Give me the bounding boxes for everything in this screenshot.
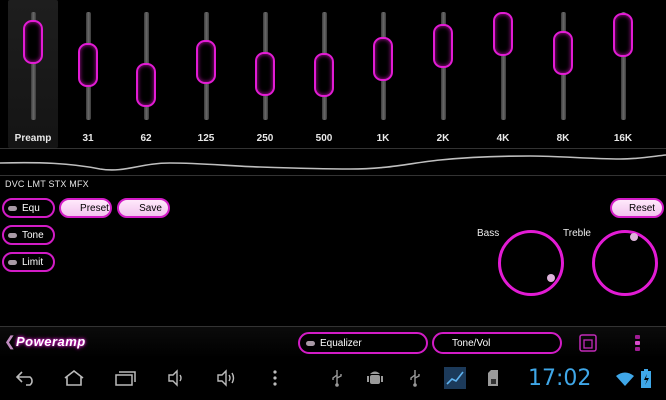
slider-thumb[interactable] bbox=[196, 40, 216, 85]
menu-dots-icon[interactable] bbox=[628, 333, 648, 353]
slider-thumb[interactable] bbox=[613, 13, 633, 58]
tab-equalizer-label: Equalizer bbox=[320, 337, 362, 349]
slider-thumb[interactable] bbox=[314, 53, 334, 98]
slider-31[interactable]: 31 bbox=[63, 0, 113, 148]
tab-tone-vol[interactable]: Tone/Vol bbox=[432, 332, 562, 354]
band-label: 8K bbox=[556, 133, 570, 144]
slider-4k[interactable]: 4K bbox=[478, 0, 528, 148]
band-label: Preamp bbox=[14, 133, 52, 144]
treble-knob-indicator bbox=[630, 233, 638, 241]
mode-status-text: DVC LMT STX MFX bbox=[5, 179, 89, 189]
bass-label: Bass bbox=[477, 228, 500, 239]
reset-label: Reset bbox=[628, 202, 656, 214]
treble-knob[interactable] bbox=[592, 230, 658, 296]
slider-thumb[interactable] bbox=[433, 24, 453, 69]
eq-curve-panel bbox=[0, 148, 666, 176]
slider-8k[interactable]: 8K bbox=[538, 0, 588, 148]
band-label: 4K bbox=[496, 133, 510, 144]
equ-label: Equ bbox=[22, 202, 40, 214]
band-label: 2K bbox=[436, 133, 450, 144]
wifi-icon bbox=[616, 372, 634, 386]
reset-button[interactable]: Reset bbox=[610, 198, 664, 218]
equalizer-sliders: Preamp 31 62 125 250 500 1K 2K 4K 8K 16K bbox=[0, 0, 666, 148]
slider-thumb[interactable] bbox=[255, 52, 275, 97]
slider-125[interactable]: 125 bbox=[181, 0, 231, 148]
bass-knob[interactable] bbox=[498, 230, 564, 296]
led-indicator-icon bbox=[8, 232, 17, 238]
slider-thumb[interactable] bbox=[373, 37, 393, 82]
slider-thumb[interactable] bbox=[136, 62, 156, 107]
android-debug-icon bbox=[367, 371, 383, 384]
band-label: 250 bbox=[256, 133, 274, 144]
tone-label: Tone bbox=[22, 229, 44, 241]
preset-label: Preset bbox=[80, 202, 109, 214]
volume-up-icon[interactable] bbox=[215, 369, 239, 387]
window-icon[interactable] bbox=[578, 333, 598, 353]
slider-thumb[interactable] bbox=[78, 42, 98, 87]
recent-apps-icon[interactable] bbox=[114, 369, 138, 387]
equ-toggle-button[interactable]: Equ bbox=[2, 198, 55, 218]
led-indicator-icon bbox=[8, 259, 17, 265]
bass-knob-indicator bbox=[547, 274, 555, 282]
led-indicator-icon bbox=[306, 340, 315, 346]
band-label: 16K bbox=[613, 133, 633, 144]
activity-chart-icon bbox=[444, 367, 466, 389]
save-label: Save bbox=[139, 202, 162, 214]
slider-250[interactable]: 250 bbox=[240, 0, 290, 148]
band-label: 31 bbox=[82, 133, 94, 144]
preset-button[interactable]: Preset bbox=[59, 198, 112, 218]
slider-preamp[interactable]: Preamp bbox=[8, 0, 58, 148]
slider-thumb[interactable] bbox=[553, 30, 573, 75]
slider-thumb[interactable] bbox=[493, 11, 513, 56]
limit-toggle-button[interactable]: Limit bbox=[2, 252, 55, 272]
tab-equalizer[interactable]: Equalizer bbox=[298, 332, 428, 354]
band-label: 125 bbox=[197, 133, 215, 144]
slider-1k[interactable]: 1K bbox=[358, 0, 408, 148]
slider-16k[interactable]: 16K bbox=[598, 0, 648, 148]
led-indicator-icon bbox=[8, 205, 17, 211]
slider-thumb[interactable] bbox=[23, 20, 43, 65]
limit-label: Limit bbox=[22, 256, 44, 268]
bottom-bar: ❮ Poweramp Equalizer Tone/Vol bbox=[0, 326, 666, 358]
app-logo[interactable]: Poweramp bbox=[16, 334, 86, 349]
battery-icon bbox=[641, 369, 651, 388]
back-arrow-icon[interactable]: ❮ bbox=[4, 333, 16, 350]
back-icon[interactable] bbox=[14, 369, 38, 387]
band-label: 500 bbox=[315, 133, 333, 144]
treble-label: Treble bbox=[563, 228, 591, 239]
eq-curve bbox=[0, 154, 666, 171]
save-button[interactable]: Save bbox=[117, 198, 170, 218]
system-navigation-bar: 17:02 bbox=[0, 358, 666, 400]
usb-icon bbox=[410, 370, 420, 387]
volume-down-icon[interactable] bbox=[166, 369, 188, 387]
tone-toggle-button[interactable]: Tone bbox=[2, 225, 55, 245]
band-label: 62 bbox=[140, 133, 152, 144]
home-icon[interactable] bbox=[62, 369, 86, 387]
slider-2k[interactable]: 2K bbox=[418, 0, 468, 148]
clock: 17:02 bbox=[528, 366, 592, 391]
sd-card-icon bbox=[488, 370, 498, 386]
usb-icon bbox=[332, 370, 342, 387]
slider-500[interactable]: 500 bbox=[299, 0, 349, 148]
tab-tone-vol-label: Tone/Vol bbox=[452, 337, 491, 349]
band-label: 1K bbox=[376, 133, 390, 144]
slider-62[interactable]: 62 bbox=[121, 0, 171, 148]
menu-dots-icon[interactable] bbox=[270, 369, 280, 387]
